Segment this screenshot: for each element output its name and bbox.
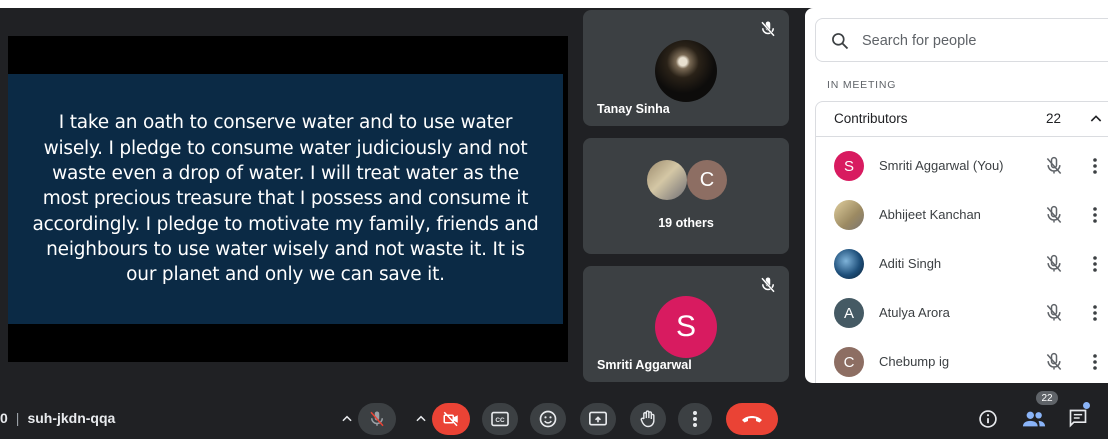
search-icon [832, 33, 849, 50]
people-list: S Smriti Aggarwal (You) Abhijeet Kanchan [815, 137, 1108, 383]
end-call-icon [742, 416, 762, 423]
people-icon[interactable] [1022, 409, 1046, 429]
search-box[interactable] [815, 18, 1108, 62]
presentation-area: I take an oath to conserve water and to … [8, 36, 568, 362]
present-icon [589, 411, 607, 426]
captions-button[interactable]: CC [482, 403, 518, 435]
participant-tile-smriti[interactable]: S Smriti Aggarwal [583, 266, 789, 382]
list-item[interactable]: S Smriti Aggarwal (You) [816, 143, 1108, 191]
avatar [655, 40, 717, 102]
list-item[interactable]: Abhijeet Kanchan [816, 192, 1108, 240]
avatar [834, 249, 864, 279]
mic-off-icon [1046, 303, 1062, 321]
avatar: S [834, 151, 864, 181]
avatar [834, 200, 864, 230]
mic-off-icon [1046, 352, 1062, 370]
camera-button[interactable] [432, 403, 470, 435]
mic-off-icon [761, 21, 775, 37]
captions-icon: CC [491, 411, 509, 427]
emoji-button[interactable] [530, 403, 566, 435]
top-strip [0, 0, 1108, 8]
svg-text:CC: CC [495, 417, 505, 424]
chevron-up-icon [416, 415, 426, 422]
separator: | [15, 410, 20, 426]
person-name: Smriti Aggarwal (You) [879, 158, 1004, 173]
avatar: C [834, 347, 864, 377]
presentation-slide: I take an oath to conserve water and to … [8, 74, 563, 324]
raise-hand-button[interactable] [630, 403, 666, 435]
meeting-info: 0 | suh-jkdn-qqa [0, 410, 115, 426]
list-item[interactable]: Aditi Singh [816, 241, 1108, 289]
camera-off-icon [443, 411, 458, 427]
chevron-up-icon[interactable] [1088, 111, 1104, 127]
camera-options-button[interactable] [414, 403, 428, 435]
people-panel: IN MEETING Contributors 22 S Smriti Agga… [805, 8, 1108, 383]
slide-text: I take an oath to conserve water and to … [32, 112, 539, 286]
mic-off-icon [761, 277, 775, 293]
mic-off-icon [1046, 205, 1062, 223]
list-item[interactable]: C Chebump ig [816, 339, 1108, 387]
search-input[interactable] [860, 29, 1104, 53]
participant-tile-others[interactable]: C 19 others [583, 138, 789, 254]
avatar: S [655, 296, 717, 358]
more-vert-icon[interactable] [1092, 303, 1098, 323]
participant-name: Tanay Sinha [597, 102, 670, 116]
more-vert-icon[interactable] [1092, 352, 1098, 372]
mic-off-icon [370, 411, 384, 427]
others-count: 19 others [658, 216, 714, 230]
people-count-badge: 22 [1036, 391, 1058, 405]
list-item[interactable]: A Atulya Arora [816, 290, 1108, 338]
raise-hand-icon [640, 410, 655, 428]
info-icon[interactable] [978, 409, 998, 429]
group-label: Contributors [834, 111, 908, 126]
more-vert-icon[interactable] [1092, 205, 1098, 225]
mic-button[interactable] [358, 403, 396, 435]
person-name: Aditi Singh [879, 256, 942, 271]
emoji-icon [539, 410, 557, 428]
clock-fragment: 0 [0, 410, 8, 426]
person-name: Chebump ig [879, 354, 950, 369]
more-vert-icon[interactable] [1092, 156, 1098, 176]
contributors-header[interactable]: Contributors 22 [815, 101, 1108, 137]
notification-dot [1083, 402, 1090, 409]
avatar: C [687, 160, 727, 200]
present-button[interactable] [580, 403, 616, 435]
more-vert-icon[interactable] [1092, 254, 1098, 274]
end-call-button[interactable] [726, 403, 778, 435]
chevron-up-icon [342, 415, 352, 422]
person-name: Abhijeet Kanchan [879, 207, 981, 222]
avatar [647, 160, 687, 200]
mic-options-button[interactable] [340, 403, 354, 435]
participant-tile-tanay[interactable]: Tanay Sinha [583, 10, 789, 126]
section-label: IN MEETING [827, 79, 897, 91]
avatar: A [834, 298, 864, 328]
more-options-button[interactable] [678, 403, 712, 435]
group-count: 22 [1046, 111, 1062, 126]
person-name: Atulya Arora [879, 305, 950, 320]
more-vert-icon [693, 411, 697, 427]
mic-off-icon [1046, 156, 1062, 174]
mic-off-icon [1046, 254, 1062, 272]
meeting-code: suh-jkdn-qqa [27, 410, 116, 426]
chat-icon[interactable] [1068, 408, 1088, 428]
participant-name: Smriti Aggarwal [597, 358, 692, 372]
